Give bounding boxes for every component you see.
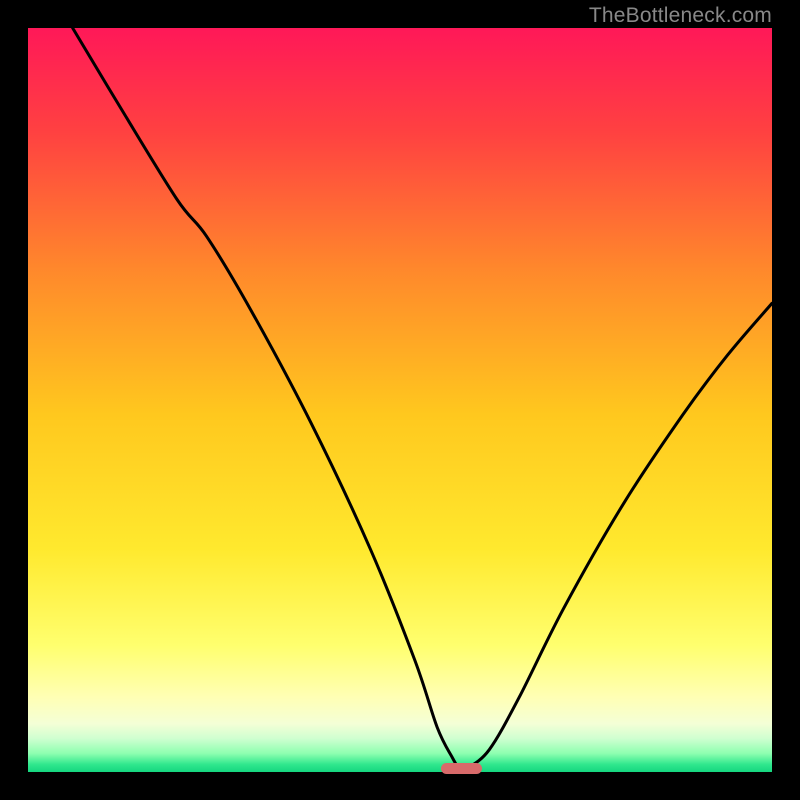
watermark-text: TheBottleneck.com — [589, 4, 772, 28]
chart-container: TheBottleneck.com — [0, 0, 800, 800]
plot-area — [28, 28, 772, 772]
minimum-marker — [441, 763, 482, 774]
gradient-background — [28, 28, 772, 772]
